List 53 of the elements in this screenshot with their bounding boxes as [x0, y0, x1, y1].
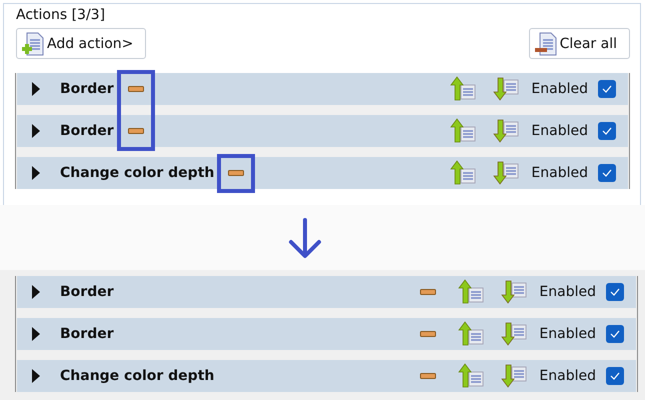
action-name: Change color depth — [60, 368, 214, 384]
enabled-checkbox[interactable] — [606, 283, 624, 301]
remove-icon[interactable] — [420, 289, 436, 295]
remove-icon[interactable] — [420, 373, 436, 379]
move-up-icon[interactable] — [450, 160, 476, 186]
enabled-checkbox[interactable] — [606, 325, 624, 343]
action-name: Border — [60, 284, 114, 300]
action-name: Border — [60, 123, 114, 139]
enabled-checkbox[interactable] — [598, 80, 616, 98]
enabled-label: Enabled — [531, 165, 588, 181]
move-down-icon[interactable] — [501, 321, 528, 347]
enabled-label: Enabled — [539, 284, 596, 300]
clear-all-button[interactable]: Clear all — [528, 28, 630, 59]
move-up-icon[interactable] — [450, 76, 476, 102]
check-icon — [602, 85, 612, 93]
enabled-label: Enabled — [539, 368, 596, 384]
add-action-button[interactable]: Add action> — [16, 28, 146, 59]
expand-arrow-icon[interactable] — [32, 82, 40, 96]
move-up-icon[interactable] — [450, 118, 476, 144]
move-down-icon[interactable] — [501, 279, 528, 305]
expand-arrow-icon[interactable] — [32, 166, 40, 180]
remove-icon[interactable] — [228, 170, 244, 176]
action-name: Change color depth — [60, 165, 214, 181]
check-icon — [610, 330, 620, 338]
expand-arrow-icon[interactable] — [32, 369, 40, 383]
down-arrow-icon — [288, 216, 322, 258]
remove-icon[interactable] — [420, 331, 436, 337]
move-down-icon[interactable] — [493, 160, 520, 186]
move-up-icon[interactable] — [458, 279, 484, 305]
check-icon — [602, 169, 612, 177]
expand-arrow-icon[interactable] — [32, 285, 40, 299]
enabled-label: Enabled — [531, 81, 588, 97]
remove-icon[interactable] — [128, 128, 144, 134]
action-name: Border — [60, 81, 114, 97]
enabled-label: Enabled — [531, 123, 588, 139]
check-icon — [610, 288, 620, 296]
enabled-checkbox[interactable] — [606, 367, 624, 385]
add-icon — [21, 32, 45, 56]
clear-icon — [534, 32, 558, 56]
move-down-icon[interactable] — [493, 76, 520, 102]
enabled-checkbox[interactable] — [598, 122, 616, 140]
move-up-icon[interactable] — [458, 321, 484, 347]
expand-arrow-icon[interactable] — [32, 124, 40, 138]
move-up-icon[interactable] — [458, 363, 484, 389]
remove-icon[interactable] — [128, 86, 144, 92]
enabled-label: Enabled — [539, 326, 596, 342]
move-down-icon[interactable] — [493, 118, 520, 144]
action-name: Border — [60, 326, 114, 342]
expand-arrow-icon[interactable] — [32, 327, 40, 341]
move-down-icon[interactable] — [501, 363, 528, 389]
check-icon — [610, 372, 620, 380]
check-icon — [602, 127, 612, 135]
enabled-checkbox[interactable] — [598, 164, 616, 182]
